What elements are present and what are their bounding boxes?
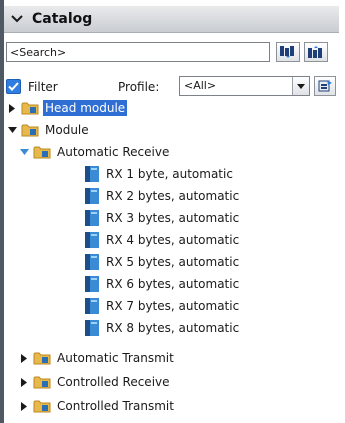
panel-title: Catalog <box>32 11 93 27</box>
tree-label: Controlled Transmit <box>57 399 174 413</box>
profile-label: Profile: <box>118 80 160 94</box>
expand-arrow-icon[interactable] <box>6 102 18 114</box>
search-up-icon <box>308 46 322 58</box>
filter-checkbox[interactable] <box>6 79 21 94</box>
filter-label: Filter <box>28 80 58 94</box>
expand-arrow-icon[interactable] <box>18 400 30 412</box>
tree-label: RX 6 bytes, automatic <box>106 277 240 291</box>
module-icon <box>84 231 100 249</box>
tree-item-rx-6[interactable]: RX 6 bytes, automatic <box>84 274 241 294</box>
dropdown-arrow-icon[interactable] <box>292 77 309 95</box>
module-icon <box>84 297 100 315</box>
folder-icon <box>33 399 51 413</box>
search-row <box>6 42 336 64</box>
search-up-button[interactable] <box>304 42 328 62</box>
tree-item-rx-1[interactable]: RX 1 byte, automatic <box>84 164 235 184</box>
search-down-button[interactable] <box>276 42 300 62</box>
profile-settings-button[interactable] <box>314 76 336 96</box>
expand-arrow-icon[interactable] <box>18 376 30 388</box>
tree-node-controlled-receive[interactable]: Controlled Receive <box>18 372 172 392</box>
folder-icon <box>33 375 51 389</box>
tree-label: RX 4 bytes, automatic <box>106 233 240 247</box>
tree-item-rx-4[interactable]: RX 4 bytes, automatic <box>84 230 241 250</box>
collapse-arrow-icon[interactable] <box>6 124 18 136</box>
profile-value: <All> <box>184 79 217 92</box>
tree-label: Module <box>45 123 89 137</box>
tree-label: RX 7 bytes, automatic <box>106 299 240 313</box>
expand-arrow-icon[interactable] <box>18 352 30 364</box>
tree-node-head-module[interactable]: Head module <box>6 98 128 118</box>
tree-item-rx-3[interactable]: RX 3 bytes, automatic <box>84 208 241 228</box>
profile-select[interactable]: <All> <box>179 76 310 96</box>
tree-item-rx-2[interactable]: RX 2 bytes, automatic <box>84 186 241 206</box>
folder-icon <box>21 101 39 115</box>
module-icon <box>84 187 100 205</box>
tree-item-rx-5[interactable]: RX 5 bytes, automatic <box>84 252 241 272</box>
module-icon <box>84 165 100 183</box>
search-input[interactable] <box>6 42 270 62</box>
tree-label: RX 1 byte, automatic <box>106 167 233 181</box>
folder-icon <box>33 145 51 159</box>
tree-node-module[interactable]: Module <box>6 120 91 140</box>
collapse-chevron-icon[interactable] <box>8 10 26 28</box>
tree-node-automatic-transmit[interactable]: Automatic Transmit <box>18 348 176 368</box>
folder-icon <box>21 123 39 137</box>
search-down-icon <box>280 46 294 58</box>
tree-label: Head module <box>43 100 128 116</box>
tree-label: Automatic Receive <box>57 145 170 159</box>
catalog-header[interactable]: Catalog <box>4 6 339 33</box>
folder-icon <box>33 351 51 365</box>
tree-node-automatic-receive[interactable]: Automatic Receive <box>18 142 171 162</box>
panel-edge <box>0 0 4 423</box>
tree-label: Controlled Receive <box>57 375 170 389</box>
tree-label: RX 3 bytes, automatic <box>106 211 240 225</box>
tree-label: RX 8 bytes, automatic <box>106 321 240 335</box>
module-icon <box>84 209 100 227</box>
filter-row: Filter Profile: <All> <box>6 76 336 98</box>
checkmark-icon <box>8 82 19 91</box>
tree-node-controlled-transmit[interactable]: Controlled Transmit <box>18 396 176 416</box>
catalog-panel: Catalog Filter Profile: < <box>0 0 345 423</box>
module-icon <box>84 319 100 337</box>
tree-label: Automatic Transmit <box>57 351 174 365</box>
tree-item-rx-7[interactable]: RX 7 bytes, automatic <box>84 296 241 316</box>
module-icon <box>84 275 100 293</box>
profile-settings-icon <box>318 80 332 92</box>
tree-label: RX 5 bytes, automatic <box>106 255 240 269</box>
tree-label: RX 2 bytes, automatic <box>106 189 240 203</box>
collapse-arrow-icon[interactable] <box>18 146 30 158</box>
module-icon <box>84 253 100 271</box>
tree-item-rx-8[interactable]: RX 8 bytes, automatic <box>84 318 241 338</box>
